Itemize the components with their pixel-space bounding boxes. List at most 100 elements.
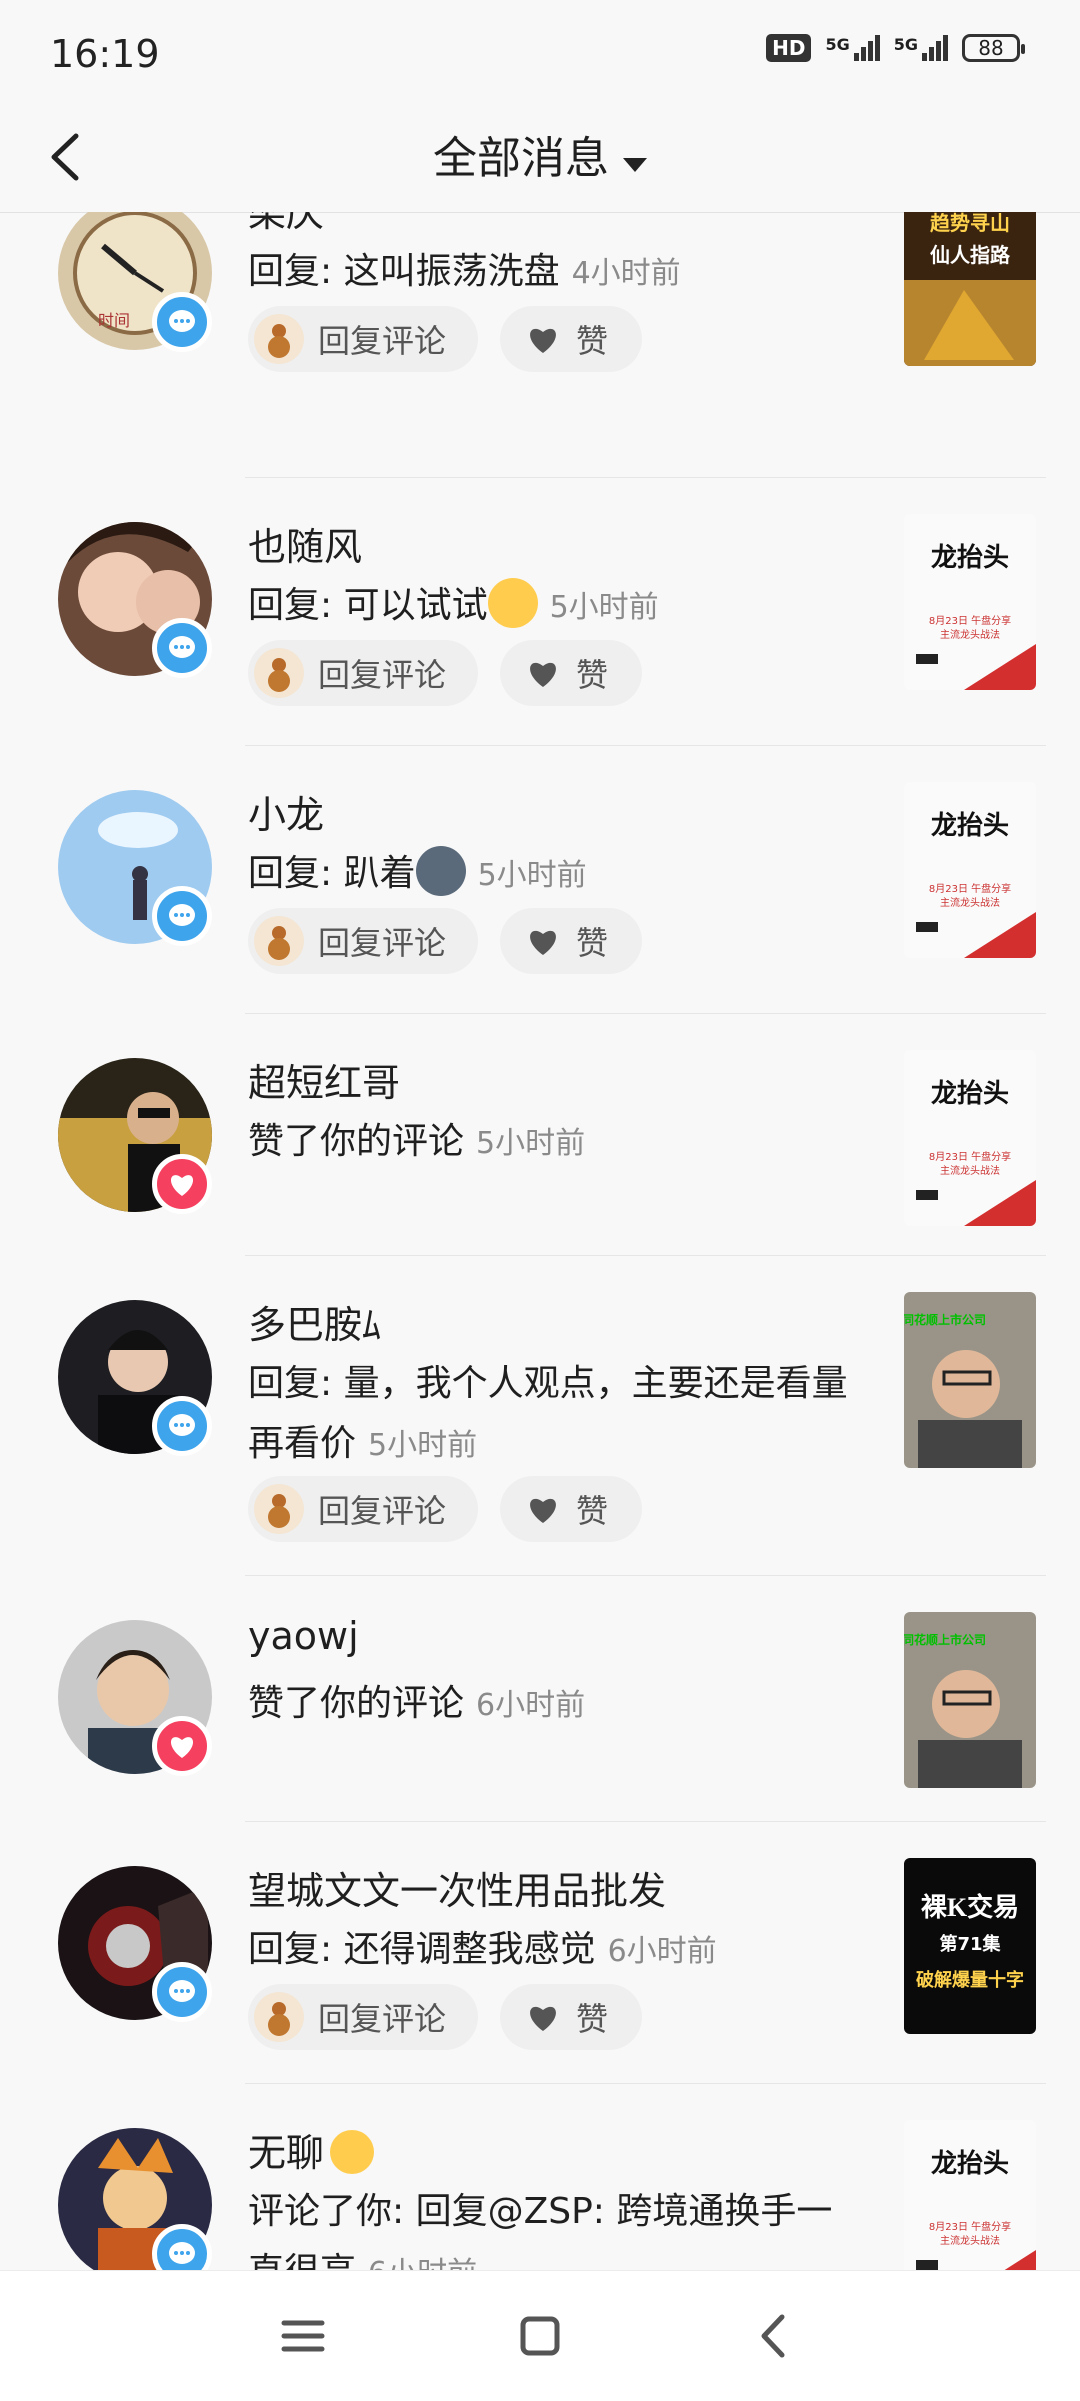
gourd-avatar-icon: [254, 916, 304, 966]
video-thumbnail[interactable]: 龙抬头 8月23日 午盘分享 主流龙头战法: [904, 782, 1036, 958]
heart-icon: [530, 2006, 556, 2031]
heart-icon: [530, 930, 556, 955]
battery-icon: 88: [962, 34, 1025, 62]
gourd-avatar-icon: [254, 1992, 304, 2042]
username[interactable]: yaowj: [248, 1614, 359, 1658]
message-text: 回复: 可以试试 5小时前: [248, 576, 868, 638]
timestamp: 5小时前: [368, 1428, 478, 1463]
list-item[interactable]: yaowj 赞了你的评论 6小时前 同花顺上市公司: [0, 1576, 1080, 1822]
message-text: 回复: 量，我个人观点，主要还是看量再看价 5小时前: [248, 1363, 848, 1464]
video-thumbnail[interactable]: 趋势寻山 仙人指路: [904, 212, 1036, 366]
username[interactable]: 超短红哥: [248, 1052, 400, 1107]
list-item[interactable]: 多巴胺ﾑ 回复: 量，我个人观点，主要还是看量再看价 5小时前 回复评论 赞 同花…: [0, 1256, 1080, 1576]
system-nav-bar: [0, 2270, 1080, 2401]
message-list[interactable]: 时间 梁庆 回复: 这叫振荡洗盘 4小时前 回复评论 赞 趋势寻山 仙人指路 也随风…: [0, 212, 1080, 2270]
heart-badge-icon: [152, 1716, 212, 1776]
signal-icon: 5G: [894, 35, 948, 61]
comment-badge-icon: [152, 618, 212, 678]
list-item[interactable]: 无聊 评论了你: 回复@ZSP: 跨境通换手一直很高6小时前 龙抬头 8月23日 …: [0, 2084, 1080, 2270]
title-dropdown[interactable]: 全部消息: [0, 122, 1080, 186]
list-item[interactable]: 超短红哥 赞了你的评论 5小时前 龙抬头 8月23日 午盘分享 主流龙头战法: [0, 1014, 1080, 1256]
timestamp: 4小时前: [571, 256, 681, 291]
timestamp: 5小时前: [549, 590, 659, 625]
list-item[interactable]: 小龙 回复: 趴着 5小时前 回复评论 赞 龙抬头 8月23日 午盘分享 主流龙头战法: [0, 746, 1080, 1014]
signal-icon: 5G: [825, 35, 880, 61]
svg-text:龙抬头: 龙抬头: [931, 543, 1009, 573]
svg-text:龙抬头: 龙抬头: [931, 811, 1009, 841]
username[interactable]: 梁庆: [248, 212, 324, 237]
video-thumbnail[interactable]: 裸K交易第71集破解爆量十字: [904, 1858, 1036, 2034]
like-button[interactable]: 赞: [500, 306, 642, 372]
heart-icon: [530, 662, 556, 687]
svg-text:主流龙头战法: 主流龙头战法: [940, 628, 1000, 641]
like-button[interactable]: 赞: [500, 1984, 642, 2050]
header: 全部消息: [0, 100, 1080, 213]
reply-comment-button[interactable]: 回复评论: [248, 306, 478, 372]
svg-text:8月23日 午盘分享: 8月23日 午盘分享: [929, 882, 1011, 895]
svg-text:同花顺上市公司: 同花顺上市公司: [904, 1312, 986, 1327]
gourd-avatar-icon: [254, 1484, 304, 1534]
svg-text:时间: 时间: [98, 311, 130, 330]
gourd-avatar-icon: [254, 648, 304, 698]
like-button[interactable]: 赞: [500, 640, 642, 706]
reply-comment-button[interactable]: 回复评论: [248, 640, 478, 706]
reply-comment-button[interactable]: 回复评论: [248, 908, 478, 974]
svg-text:同花顺上市公司: 同花顺上市公司: [904, 1632, 986, 1647]
svg-text:第71集: 第71集: [939, 1933, 1001, 1955]
video-thumbnail[interactable]: 龙抬头 8月23日 午盘分享 主流龙头战法: [904, 514, 1036, 690]
message-text: 赞了你的评论 6小时前: [248, 1683, 586, 1724]
home-square-icon: [520, 2316, 560, 2356]
svg-text:龙抬头: 龙抬头: [931, 2149, 1009, 2179]
message-text: 回复: 趴着 5小时前: [248, 844, 868, 906]
comment-badge-icon: [152, 886, 212, 946]
heart-icon: [530, 328, 556, 353]
video-thumbnail[interactable]: 龙抬头 8月23日 午盘分享 主流龙头战法: [904, 2120, 1036, 2270]
status-time: 16:19: [50, 32, 160, 76]
message-text: 赞了你的评论 5小时前: [248, 1121, 586, 1162]
timestamp: 6小时前: [607, 1934, 717, 1969]
like-button[interactable]: 赞: [500, 908, 642, 974]
message-text: 回复: 还得调整我感觉 6小时前: [248, 1929, 717, 1970]
reply-comment-button[interactable]: 回复评论: [248, 1984, 478, 2050]
message-text: 评论了你: 回复@ZSP: 跨境通换手一直很高6小时前: [248, 2182, 868, 2270]
home-button[interactable]: [507, 2303, 573, 2369]
menu-button[interactable]: [270, 2303, 336, 2369]
svg-text:主流龙头战法: 主流龙头战法: [940, 896, 1000, 909]
list-item[interactable]: 望城文文一次性用品批发 回复: 还得调整我感觉 6小时前 回复评论 赞 裸K交易第…: [0, 1822, 1080, 2084]
video-thumbnail[interactable]: 同花顺上市公司: [904, 1612, 1036, 1788]
system-back-button[interactable]: [742, 2303, 808, 2369]
status-icons: HD 5G 5G 88: [766, 34, 1025, 62]
svg-text:主流龙头战法: 主流龙头战法: [940, 1164, 1000, 1177]
svg-text:趋势寻山: 趋势寻山: [930, 212, 1010, 235]
username[interactable]: 也随风: [248, 516, 362, 571]
svg-text:破解爆量十字: 破解爆量十字: [916, 1969, 1024, 1991]
username[interactable]: 小龙: [248, 784, 324, 839]
emoji-icon: [330, 2129, 375, 2174]
username[interactable]: 望城文文一次性用品批发: [248, 1860, 666, 1915]
like-button[interactable]: 赞: [500, 1476, 642, 1542]
list-item[interactable]: 也随风 回复: 可以试试 5小时前 回复评论 赞 龙抬头 8月23日 午盘分享 主流龙…: [0, 478, 1080, 746]
list-item[interactable]: 时间 梁庆 回复: 这叫振荡洗盘 4小时前 回复评论 赞 趋势寻山 仙人指路: [0, 212, 1080, 478]
timestamp: 5小时前: [477, 858, 587, 893]
emoji-icon: [487, 578, 538, 628]
timestamp: 6小时前: [368, 2256, 477, 2270]
svg-text:裸K交易: 裸K交易: [921, 1892, 1019, 1922]
svg-text:8月23日 午盘分享: 8月23日 午盘分享: [929, 1150, 1011, 1163]
username[interactable]: 无聊: [248, 2122, 375, 2178]
emoji-icon: [415, 846, 466, 896]
reply-comment-button[interactable]: 回复评论: [248, 1476, 478, 1542]
username[interactable]: 多巴胺ﾑ: [248, 1294, 381, 1349]
caret-down-icon: [623, 157, 647, 172]
hd-icon: HD: [766, 34, 812, 62]
comment-badge-icon: [152, 292, 212, 352]
svg-text:龙抬头: 龙抬头: [931, 1079, 1009, 1109]
back-arrow-icon: [761, 2314, 785, 2358]
video-thumbnail[interactable]: 同花顺上市公司: [904, 1292, 1036, 1468]
svg-text:8月23日 午盘分享: 8月23日 午盘分享: [929, 614, 1011, 627]
heart-icon: [530, 1498, 556, 1523]
status-bar: 16:19 HD 5G 5G 88: [0, 0, 1080, 100]
comment-badge-icon: [152, 1962, 212, 2022]
svg-text:仙人指路: 仙人指路: [930, 243, 1011, 267]
video-thumbnail[interactable]: 龙抬头 8月23日 午盘分享 主流龙头战法: [904, 1050, 1036, 1226]
heart-badge-icon: [152, 1154, 212, 1214]
